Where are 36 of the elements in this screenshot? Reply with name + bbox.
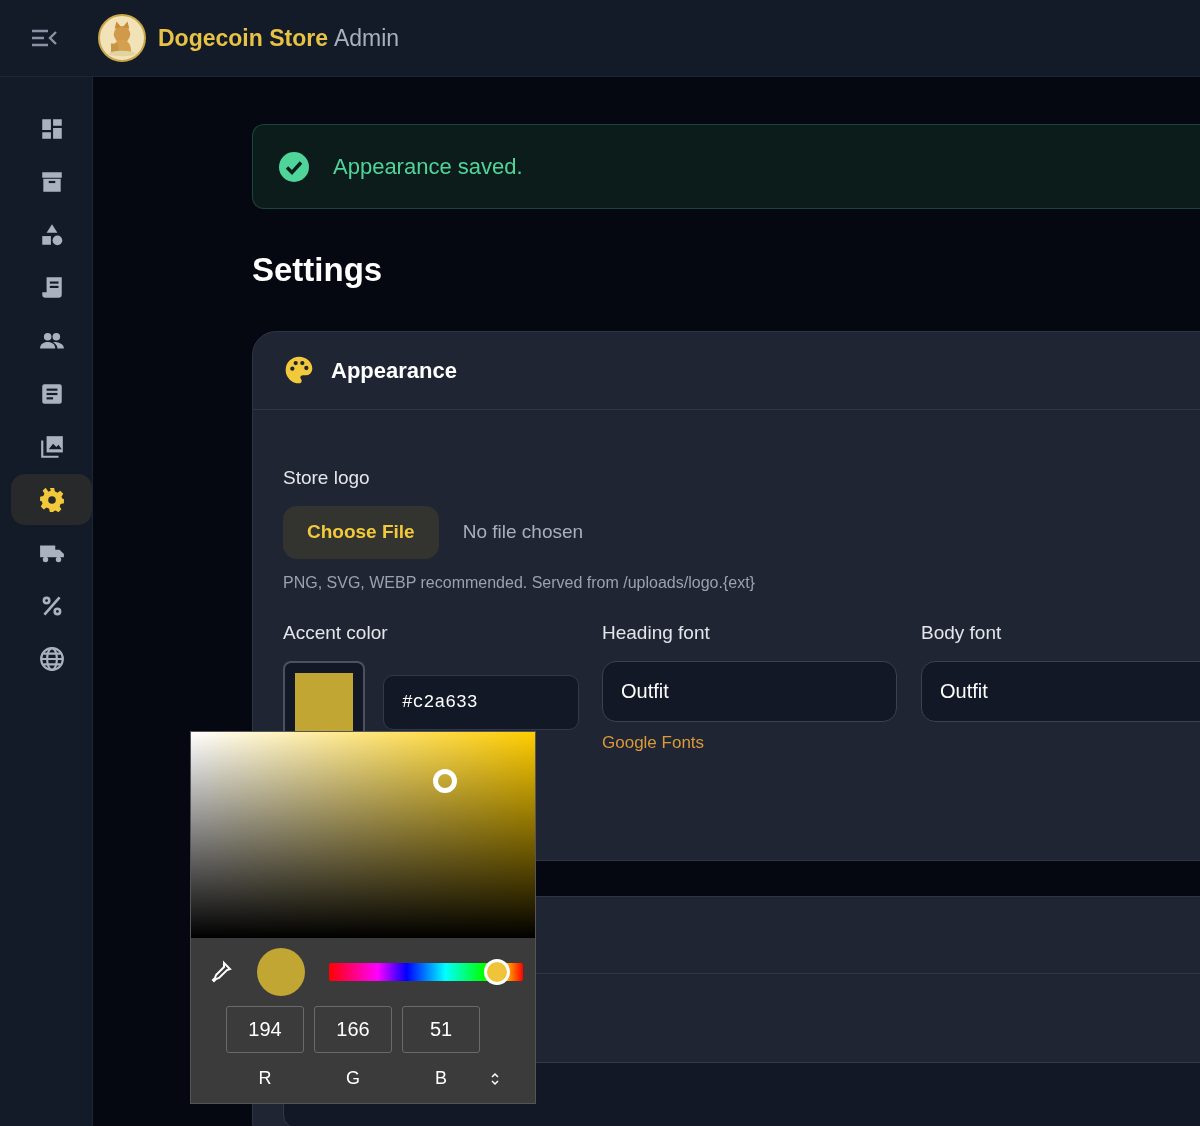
eyedropper-icon[interactable] [209, 960, 233, 984]
font-input[interactable]: Outfit [602, 661, 897, 722]
channel-input[interactable]: 166 [314, 1006, 392, 1053]
field-label: Body font [921, 620, 1003, 645]
card-title: Appearance [331, 356, 457, 385]
settings-icon [38, 486, 65, 513]
hex-input[interactable]: #c2a633 [383, 674, 579, 730]
field-label: Accent color [283, 620, 389, 645]
channel-input[interactable]: 194 [226, 1006, 304, 1053]
alert-message: Appearance saved. [333, 153, 523, 181]
help-text: PNG, SVG, WEBP recommended. Served from /uploads/logo.{ext} [283, 572, 756, 593]
saturation-area[interactable] [191, 732, 535, 938]
field-label: Store logo [283, 465, 371, 490]
channel-label: R [257, 1067, 273, 1090]
google-fonts-link[interactable]: Google Fonts [602, 730, 705, 756]
slider-thumb[interactable] [484, 959, 510, 985]
color-preview [257, 948, 305, 996]
toggle-format-icon[interactable] [490, 1071, 500, 1086]
sidebar-item[interactable] [11, 474, 92, 525]
font-input[interactable]: Outfit [921, 661, 1200, 722]
palette-icon [283, 354, 315, 386]
check-circle-icon [279, 151, 309, 182]
images-icon [38, 433, 65, 460]
page-title: Settings [252, 250, 384, 290]
field-label: Heading font [602, 620, 711, 645]
channel-input[interactable]: 51 [402, 1006, 480, 1053]
channel-label: G [345, 1067, 361, 1090]
brand-suffix: Admin [333, 23, 400, 53]
choose-file-button[interactable]: Choose File [283, 506, 439, 559]
globe-icon [38, 645, 65, 672]
brand-name: Dogecoin Store [158, 23, 328, 53]
file-status: No file chosen [462, 520, 584, 544]
picker-handle[interactable] [432, 769, 457, 794]
logo [98, 14, 146, 62]
collapse-menu-icon[interactable] [30, 28, 58, 48]
channel-label: B [434, 1067, 448, 1090]
